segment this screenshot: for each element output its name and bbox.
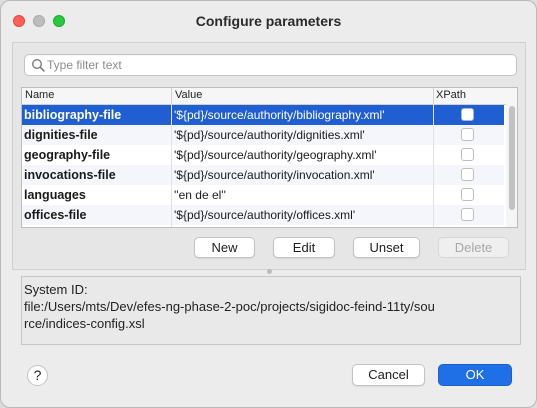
param-value: '${pd}/source/authority/dignities.xml' <box>174 128 365 142</box>
column-header-xpath[interactable]: XPath <box>436 89 466 101</box>
table-row[interactable]: dignities-file '${pd}/source/authority/d… <box>22 125 504 145</box>
column-gridline <box>171 104 172 227</box>
param-value: ''en de el'' <box>174 188 226 202</box>
param-value: '${pd}/source/authority/bibliography.xml… <box>174 108 385 122</box>
table-row[interactable]: languages ''en de el'' <box>22 185 504 205</box>
param-value: '${pd}/source/authority/geography.xml' <box>174 148 377 162</box>
column-divider <box>433 88 434 104</box>
param-name: dignities-file <box>24 128 98 142</box>
system-id-label: System ID: <box>24 282 88 297</box>
param-value: '${pd}/source/authority/offices.xml' <box>174 208 356 222</box>
configure-parameters-dialog: Configure parameters Name Value XPath bi… <box>0 0 537 408</box>
param-name: invocations-file <box>24 168 116 182</box>
column-header-name[interactable]: Name <box>25 89 54 101</box>
xpath-checkbox[interactable] <box>461 168 474 181</box>
table-header: Name Value XPath <box>22 88 517 105</box>
param-name: languages <box>24 188 86 202</box>
title-bar: Configure parameters <box>1 1 536 41</box>
help-button[interactable]: ? <box>27 365 48 386</box>
dialog-title: Configure parameters <box>195 13 342 29</box>
filter-input[interactable] <box>47 57 507 73</box>
param-name: geography-file <box>24 148 111 162</box>
table-scrollbar[interactable] <box>506 104 517 227</box>
scrollbar-thumb[interactable] <box>509 106 515 210</box>
column-gridline <box>433 104 434 227</box>
new-button[interactable]: New <box>194 237 255 258</box>
edit-button[interactable]: Edit <box>273 237 335 258</box>
search-icon <box>32 59 45 72</box>
split-pane-handle[interactable] <box>267 269 272 274</box>
cancel-button[interactable]: Cancel <box>352 364 425 386</box>
table-row[interactable]: offices-file '${pd}/source/authority/off… <box>22 205 504 225</box>
unset-button[interactable]: Unset <box>353 237 420 258</box>
table-row[interactable]: geography-file '${pd}/source/authority/g… <box>22 145 504 165</box>
delete-button[interactable]: Delete <box>438 237 509 258</box>
system-id-path-line2: rce/indices-config.xsl <box>24 316 145 331</box>
column-header-value[interactable]: Value <box>175 89 202 101</box>
xpath-checkbox[interactable] <box>461 208 474 221</box>
xpath-checkbox[interactable] <box>461 188 474 201</box>
param-name: offices-file <box>24 208 87 222</box>
xpath-checkbox[interactable] <box>461 128 474 141</box>
column-divider <box>171 88 172 104</box>
ok-button[interactable]: OK <box>438 364 512 386</box>
filter-box[interactable] <box>24 54 517 76</box>
system-id-path-line1: file:/Users/mts/Dev/efes-ng-phase-2-poc/… <box>24 299 435 314</box>
system-id-panel: System ID: file:/Users/mts/Dev/efes-ng-p… <box>21 276 521 345</box>
xpath-checkbox[interactable] <box>461 148 474 161</box>
table-row[interactable]: invocations-file '${pd}/source/authority… <box>22 165 504 185</box>
param-name: bibliography-file <box>24 108 122 122</box>
parameters-table: Name Value XPath bibliography-file '${pd… <box>21 87 518 228</box>
param-value: '${pd}/source/authority/invocation.xml' <box>174 168 375 182</box>
xpath-checkbox[interactable] <box>461 108 474 121</box>
table-row[interactable]: bibliography-file '${pd}/source/authorit… <box>22 105 504 125</box>
